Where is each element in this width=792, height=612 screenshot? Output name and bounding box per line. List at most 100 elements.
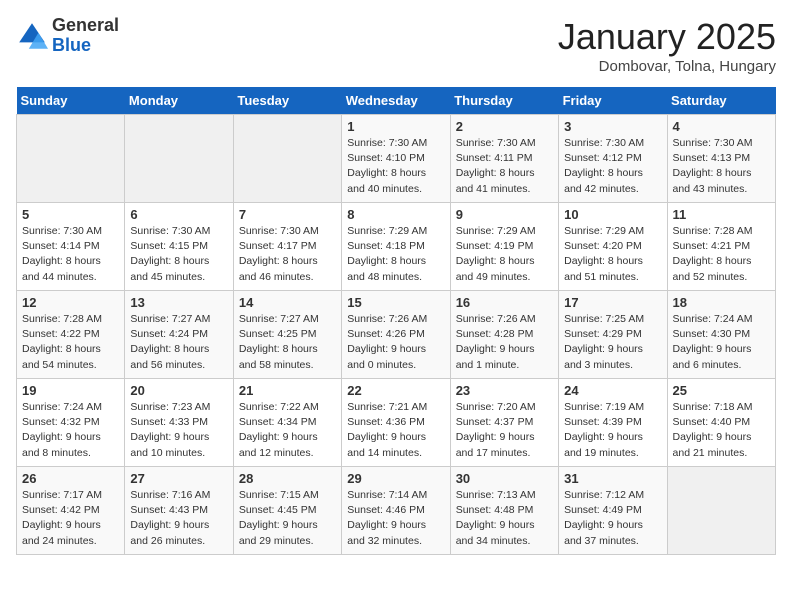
calendar-cell	[667, 467, 775, 555]
day-number: 16	[456, 295, 553, 310]
calendar-cell: 27Sunrise: 7:16 AM Sunset: 4:43 PM Dayli…	[125, 467, 233, 555]
logo: General Blue	[16, 16, 119, 56]
calendar-cell: 7 Sunrise: 7:30 AM Sunset: 4:17 PM Daylig…	[233, 203, 341, 291]
calendar-cell: 26 Sunrise: 7:17 AM Sunset: 4:42 PM Dayli…	[17, 467, 125, 555]
day-number: 22	[347, 383, 444, 398]
day-number: 4	[673, 119, 770, 134]
calendar-week-row: 26 Sunrise: 7:17 AM Sunset: 4:42 PM Dayli…	[17, 467, 776, 555]
calendar-week-row: 12Sunrise: 7:28 AM Sunset: 4:22 PM Dayli…	[17, 291, 776, 379]
day-header-saturday: Saturday	[667, 87, 775, 115]
day-number: 6	[130, 207, 227, 222]
cell-content: Sunrise: 7:17 AM Sunset: 4:42 PM Dayligh…	[22, 488, 119, 549]
cell-content: Sunrise: 7:15 AM Sunset: 4:45 PM Dayligh…	[239, 488, 336, 549]
cell-content: Sunrise: 7:20 AM Sunset: 4:37 PM Dayligh…	[456, 400, 553, 461]
calendar-cell: 9Sunrise: 7:29 AM Sunset: 4:19 PM Daylig…	[450, 203, 558, 291]
cell-content: Sunrise: 7:30 AM Sunset: 4:12 PM Dayligh…	[564, 136, 661, 197]
day-number: 2	[456, 119, 553, 134]
calendar-header-row: SundayMondayTuesdayWednesdayThursdayFrid…	[17, 87, 776, 115]
day-number: 14	[239, 295, 336, 310]
logo-blue: Blue	[52, 36, 119, 56]
calendar-week-row: 5 Sunrise: 7:30 AM Sunset: 4:14 PM Daylig…	[17, 203, 776, 291]
day-header-tuesday: Tuesday	[233, 87, 341, 115]
day-header-thursday: Thursday	[450, 87, 558, 115]
calendar-cell: 2 Sunrise: 7:30 AM Sunset: 4:11 PM Daylig…	[450, 115, 558, 203]
calendar-cell: 23 Sunrise: 7:20 AM Sunset: 4:37 PM Dayli…	[450, 379, 558, 467]
cell-content: Sunrise: 7:18 AM Sunset: 4:40 PM Dayligh…	[673, 400, 770, 461]
day-number: 26	[22, 471, 119, 486]
calendar-cell: 31 Sunrise: 7:12 AM Sunset: 4:49 PM Dayli…	[559, 467, 667, 555]
day-number: 21	[239, 383, 336, 398]
day-number: 8	[347, 207, 444, 222]
calendar-cell: 6 Sunrise: 7:30 AM Sunset: 4:15 PM Daylig…	[125, 203, 233, 291]
calendar-cell: 25 Sunrise: 7:18 AM Sunset: 4:40 PM Dayli…	[667, 379, 775, 467]
calendar-cell: 13Sunrise: 7:27 AM Sunset: 4:24 PM Dayli…	[125, 291, 233, 379]
calendar-cell: 11 Sunrise: 7:28 AM Sunset: 4:21 PM Dayli…	[667, 203, 775, 291]
day-number: 23	[456, 383, 553, 398]
calendar-cell: 5 Sunrise: 7:30 AM Sunset: 4:14 PM Daylig…	[17, 203, 125, 291]
calendar-cell: 1 Sunrise: 7:30 AM Sunset: 4:10 PM Daylig…	[342, 115, 450, 203]
calendar-cell: 21 Sunrise: 7:22 AM Sunset: 4:34 PM Dayli…	[233, 379, 341, 467]
cell-content: Sunrise: 7:25 AM Sunset: 4:29 PM Dayligh…	[564, 312, 661, 373]
day-number: 31	[564, 471, 661, 486]
logo-icon	[16, 20, 48, 52]
calendar-cell: 10Sunrise: 7:29 AM Sunset: 4:20 PM Dayli…	[559, 203, 667, 291]
cell-content: Sunrise: 7:26 AM Sunset: 4:28 PM Dayligh…	[456, 312, 553, 373]
day-number: 12	[22, 295, 119, 310]
calendar-cell: 4 Sunrise: 7:30 AM Sunset: 4:13 PM Daylig…	[667, 115, 775, 203]
calendar-table: SundayMondayTuesdayWednesdayThursdayFrid…	[16, 87, 776, 555]
logo-text: General Blue	[52, 16, 119, 56]
cell-content: Sunrise: 7:14 AM Sunset: 4:46 PM Dayligh…	[347, 488, 444, 549]
calendar-cell: 19Sunrise: 7:24 AM Sunset: 4:32 PM Dayli…	[17, 379, 125, 467]
day-number: 24	[564, 383, 661, 398]
cell-content: Sunrise: 7:29 AM Sunset: 4:20 PM Dayligh…	[564, 224, 661, 285]
day-number: 18	[673, 295, 770, 310]
calendar-cell: 3Sunrise: 7:30 AM Sunset: 4:12 PM Daylig…	[559, 115, 667, 203]
cell-content: Sunrise: 7:30 AM Sunset: 4:17 PM Dayligh…	[239, 224, 336, 285]
page-header: General Blue January 2025 Dombovar, Toln…	[16, 16, 776, 75]
day-number: 15	[347, 295, 444, 310]
calendar-cell	[125, 115, 233, 203]
cell-content: Sunrise: 7:12 AM Sunset: 4:49 PM Dayligh…	[564, 488, 661, 549]
cell-content: Sunrise: 7:13 AM Sunset: 4:48 PM Dayligh…	[456, 488, 553, 549]
cell-content: Sunrise: 7:30 AM Sunset: 4:15 PM Dayligh…	[130, 224, 227, 285]
cell-content: Sunrise: 7:27 AM Sunset: 4:24 PM Dayligh…	[130, 312, 227, 373]
calendar-cell: 28Sunrise: 7:15 AM Sunset: 4:45 PM Dayli…	[233, 467, 341, 555]
calendar-cell: 17 Sunrise: 7:25 AM Sunset: 4:29 PM Dayli…	[559, 291, 667, 379]
calendar-cell: 8 Sunrise: 7:29 AM Sunset: 4:18 PM Daylig…	[342, 203, 450, 291]
calendar-cell: 14 Sunrise: 7:27 AM Sunset: 4:25 PM Dayli…	[233, 291, 341, 379]
cell-content: Sunrise: 7:30 AM Sunset: 4:11 PM Dayligh…	[456, 136, 553, 197]
cell-content: Sunrise: 7:29 AM Sunset: 4:18 PM Dayligh…	[347, 224, 444, 285]
month-title: January 2025	[558, 16, 776, 58]
day-header-monday: Monday	[125, 87, 233, 115]
day-number: 5	[22, 207, 119, 222]
cell-content: Sunrise: 7:30 AM Sunset: 4:13 PM Dayligh…	[673, 136, 770, 197]
day-number: 1	[347, 119, 444, 134]
day-header-friday: Friday	[559, 87, 667, 115]
calendar-cell: 30 Sunrise: 7:13 AM Sunset: 4:48 PM Dayli…	[450, 467, 558, 555]
day-number: 25	[673, 383, 770, 398]
calendar-cell	[17, 115, 125, 203]
calendar-cell: 18 Sunrise: 7:24 AM Sunset: 4:30 PM Dayli…	[667, 291, 775, 379]
day-number: 27	[130, 471, 227, 486]
cell-content: Sunrise: 7:22 AM Sunset: 4:34 PM Dayligh…	[239, 400, 336, 461]
title-block: January 2025 Dombovar, Tolna, Hungary	[558, 16, 776, 75]
cell-content: Sunrise: 7:24 AM Sunset: 4:30 PM Dayligh…	[673, 312, 770, 373]
day-header-wednesday: Wednesday	[342, 87, 450, 115]
day-number: 30	[456, 471, 553, 486]
cell-content: Sunrise: 7:27 AM Sunset: 4:25 PM Dayligh…	[239, 312, 336, 373]
cell-content: Sunrise: 7:19 AM Sunset: 4:39 PM Dayligh…	[564, 400, 661, 461]
calendar-cell: 22Sunrise: 7:21 AM Sunset: 4:36 PM Dayli…	[342, 379, 450, 467]
day-header-sunday: Sunday	[17, 87, 125, 115]
calendar-week-row: 19Sunrise: 7:24 AM Sunset: 4:32 PM Dayli…	[17, 379, 776, 467]
day-number: 19	[22, 383, 119, 398]
day-number: 20	[130, 383, 227, 398]
cell-content: Sunrise: 7:26 AM Sunset: 4:26 PM Dayligh…	[347, 312, 444, 373]
day-number: 11	[673, 207, 770, 222]
cell-content: Sunrise: 7:30 AM Sunset: 4:10 PM Dayligh…	[347, 136, 444, 197]
day-number: 7	[239, 207, 336, 222]
calendar-cell: 20Sunrise: 7:23 AM Sunset: 4:33 PM Dayli…	[125, 379, 233, 467]
cell-content: Sunrise: 7:30 AM Sunset: 4:14 PM Dayligh…	[22, 224, 119, 285]
calendar-cell: 29Sunrise: 7:14 AM Sunset: 4:46 PM Dayli…	[342, 467, 450, 555]
day-number: 17	[564, 295, 661, 310]
cell-content: Sunrise: 7:28 AM Sunset: 4:21 PM Dayligh…	[673, 224, 770, 285]
